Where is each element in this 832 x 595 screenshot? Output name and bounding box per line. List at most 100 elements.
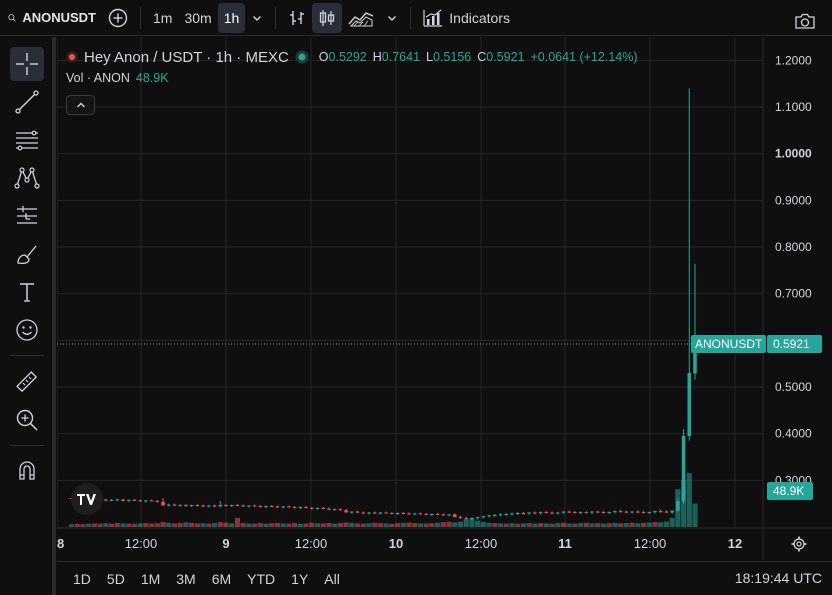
range-1d[interactable]: 1D	[65, 571, 99, 587]
range-5d[interactable]: 5D	[99, 571, 133, 587]
range-6m[interactable]: 6M	[204, 571, 239, 587]
volume-bar	[114, 522, 120, 527]
volume-bar	[120, 523, 126, 527]
bar-style-button[interactable]	[282, 3, 312, 33]
candle-body	[533, 512, 537, 514]
candle-body	[384, 512, 388, 514]
candles-style-button[interactable]	[312, 2, 343, 33]
time-tick-label: 9	[222, 536, 229, 551]
candle-body	[544, 512, 549, 514]
candle-body	[275, 506, 280, 508]
price-chart[interactable]: 1.20001.10001.00000.90000.80000.70000.60…	[57, 37, 832, 560]
candle-body	[624, 511, 629, 513]
pattern-tool[interactable]	[10, 161, 44, 195]
price-tick-label: 0.5000	[775, 380, 812, 394]
range-ytd[interactable]: YTD	[239, 571, 283, 587]
candle-body	[493, 514, 497, 516]
high-label: H	[372, 50, 382, 64]
indicators-label: Indicators	[449, 9, 510, 26]
zoom-tool[interactable]	[10, 403, 44, 437]
compare-button[interactable]	[102, 3, 134, 33]
forecast-tool[interactable]	[10, 199, 44, 233]
crosshair-icon	[16, 53, 38, 75]
trend-line-tool[interactable]	[10, 85, 44, 119]
candle-body	[121, 499, 125, 501]
candle-body	[104, 499, 108, 501]
range-all[interactable]: All	[316, 571, 348, 587]
price-axis[interactable]: 1.20001.10001.00000.90000.80000.70000.60…	[762, 37, 812, 560]
symbol-search[interactable]: ANONUSDT	[0, 10, 96, 26]
candle-body	[595, 511, 600, 513]
collapse-legend-button[interactable]	[66, 95, 95, 115]
text-tool[interactable]	[10, 275, 44, 309]
candle-body	[287, 506, 291, 508]
tradingview-logo[interactable]	[71, 483, 103, 515]
fib-retracement-icon	[16, 130, 38, 151]
chevron-down-icon	[388, 15, 397, 21]
symbol-title[interactable]: Hey Anon / USDT · 1h · MEXC	[84, 49, 289, 66]
range-1y[interactable]: 1Y	[283, 571, 316, 587]
candle-body	[378, 512, 383, 514]
magnet-icon	[19, 461, 35, 480]
volume-bar	[309, 522, 315, 527]
candle-body	[458, 517, 463, 519]
volume-bar	[435, 522, 441, 527]
volume-legend[interactable]: Vol · ANON 48.9K	[66, 71, 169, 85]
utc-clock[interactable]: 18:19:44 UTC	[735, 570, 822, 586]
volume-bar	[400, 522, 406, 527]
candle-body	[327, 508, 331, 510]
candle-body	[138, 500, 142, 502]
indicators-button[interactable]: Indicators	[417, 3, 516, 33]
candle-body	[172, 504, 177, 506]
time-tick-label: 11	[558, 536, 572, 551]
volume-bar	[160, 522, 166, 527]
interval-dropdown[interactable]	[245, 3, 269, 33]
volume-bar	[463, 519, 469, 527]
candle-body	[264, 506, 268, 507]
range-1m[interactable]: 1M	[133, 571, 168, 587]
symbol-legend: Hey Anon / USDT · 1h · MEXC O0.5292 H0.7…	[66, 46, 638, 68]
chart-settings-button[interactable]	[791, 536, 807, 552]
volume-bar	[183, 522, 189, 527]
emoji-tool[interactable]	[10, 313, 44, 347]
chart-type-dropdown[interactable]	[380, 3, 404, 33]
magnet-tool[interactable]	[10, 453, 44, 487]
candle-body	[521, 513, 526, 514]
candle-body	[390, 513, 394, 514]
volume-bar	[200, 523, 206, 527]
time-tick-label: 12:00	[465, 536, 498, 551]
candle-body	[584, 512, 589, 514]
low-value: 0.5156	[432, 50, 472, 64]
interval-30m[interactable]: 30m	[178, 3, 217, 33]
volume-bar	[520, 523, 526, 527]
interval-1m[interactable]: 1m	[147, 3, 178, 33]
price-tick-label: 0.8000	[775, 240, 812, 254]
candle-body	[298, 506, 303, 508]
range-3m[interactable]: 3M	[168, 571, 203, 587]
volume-bar	[629, 522, 635, 527]
area-style-button[interactable]	[342, 3, 380, 33]
text-icon	[20, 283, 34, 302]
candle-body	[418, 513, 423, 515]
open-value: 0.5292	[328, 50, 367, 64]
time-axis[interactable]: 8 12:00 9 12:00 10 12:00 11 12:00 12	[57, 527, 832, 551]
volume-bar	[526, 523, 532, 527]
time-tick-label: 12:00	[125, 536, 158, 551]
measure-tool[interactable]	[10, 365, 44, 399]
brush-tool[interactable]	[10, 237, 44, 271]
crosshair-tool[interactable]	[10, 47, 44, 81]
snapshot-button[interactable]	[788, 6, 822, 36]
candle-body	[269, 506, 274, 507]
volume-bar	[486, 522, 492, 527]
volume-bar	[234, 518, 240, 527]
range-bar: 1D 5D 1M 3M 6M YTD 1Y All 18:19:44 UTC	[57, 561, 832, 595]
volume-bar	[417, 523, 423, 527]
candle-body	[292, 506, 297, 508]
fib-tool[interactable]	[10, 123, 44, 157]
candle-body	[155, 500, 160, 502]
candle-body	[281, 506, 285, 508]
exchange-status-icon	[66, 51, 78, 63]
interval-1h[interactable]: 1h	[217, 2, 246, 33]
volume-bar	[68, 524, 75, 527]
candle-body	[470, 518, 474, 520]
